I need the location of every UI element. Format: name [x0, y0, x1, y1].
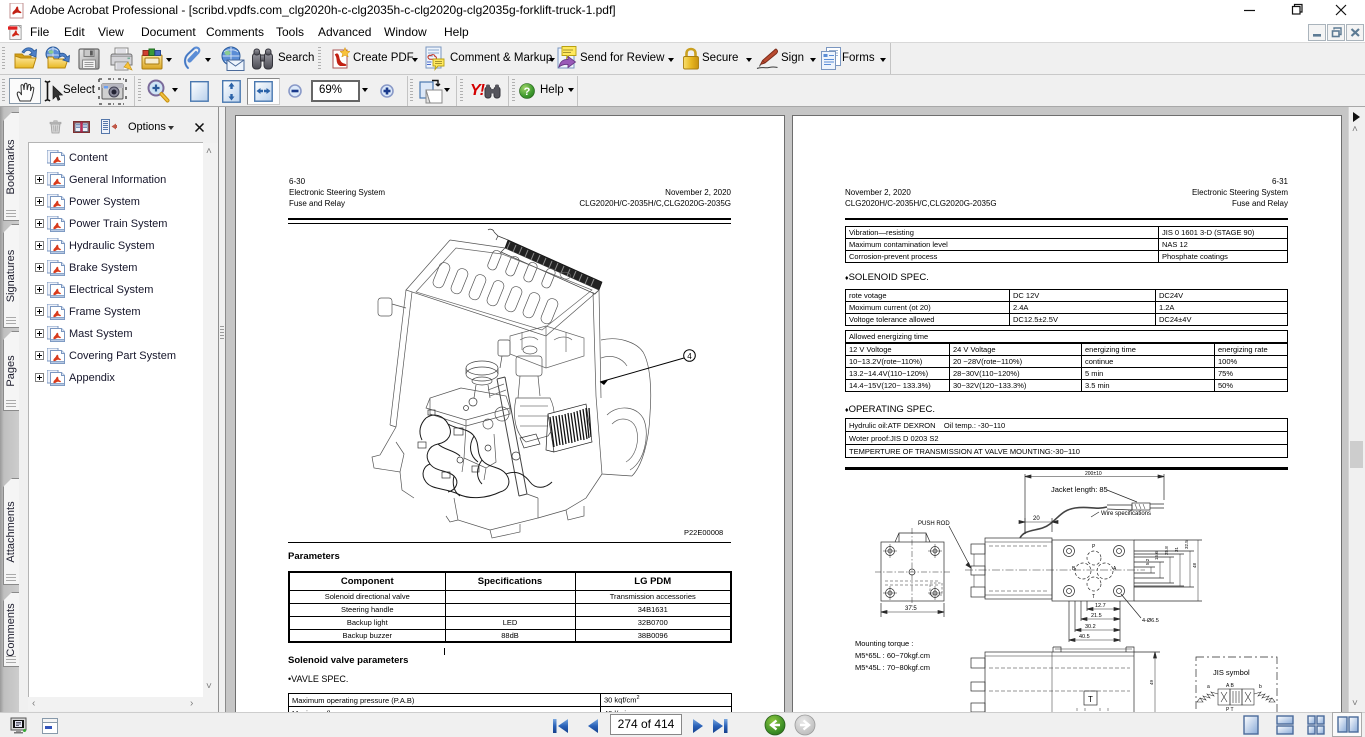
svg-text:Jacket length: 85: Jacket length: 85	[1051, 485, 1108, 494]
svg-text:31: 31	[1174, 546, 1179, 552]
svg-text:20: 20	[1033, 516, 1040, 522]
svg-text:12.7: 12.7	[1095, 603, 1106, 609]
svg-text:37.5: 37.5	[905, 606, 917, 612]
svg-text:b: b	[1259, 684, 1262, 690]
svg-text:A B: A B	[1226, 683, 1234, 689]
svg-text:21.5: 21.5	[1091, 613, 1102, 619]
svg-text:5.2: 5.2	[1145, 558, 1150, 565]
svg-text:40.5: 40.5	[1079, 634, 1090, 640]
svg-text:Mounting torque :: Mounting torque :	[855, 639, 913, 648]
svg-text:4-Ø6.5: 4-Ø6.5	[1142, 618, 1159, 624]
svg-text:PUSH ROD: PUSH ROD	[918, 521, 950, 527]
svg-text:M5*65L : 60~70kgf.cm: M5*65L : 60~70kgf.cm	[855, 651, 930, 660]
svg-text:T: T	[1088, 695, 1093, 704]
svg-text:a: a	[1207, 684, 1210, 690]
svg-text:30.2: 30.2	[1085, 624, 1096, 630]
svg-text:25.8: 25.8	[1164, 546, 1169, 555]
svg-text:32.5: 32.5	[1184, 540, 1189, 549]
svg-text:JIS symbol: JIS symbol	[1213, 668, 1250, 677]
svg-text:?: ?	[524, 86, 531, 98]
svg-text:T: T	[1092, 594, 1095, 600]
svg-text:P: P	[1092, 544, 1096, 550]
svg-text:M5*45L : 70~80kgf.cm: M5*45L : 70~80kgf.cm	[855, 663, 930, 672]
svg-text:49: 49	[1149, 679, 1154, 685]
svg-text:4: 4	[687, 352, 692, 361]
svg-text:15.6: 15.6	[1154, 551, 1159, 560]
svg-text:A: A	[1113, 566, 1117, 572]
svg-text:48: 48	[1192, 562, 1197, 568]
svg-text:Wire specifications: Wire specifications	[1101, 511, 1151, 517]
svg-text:200±10: 200±10	[1085, 471, 1102, 477]
